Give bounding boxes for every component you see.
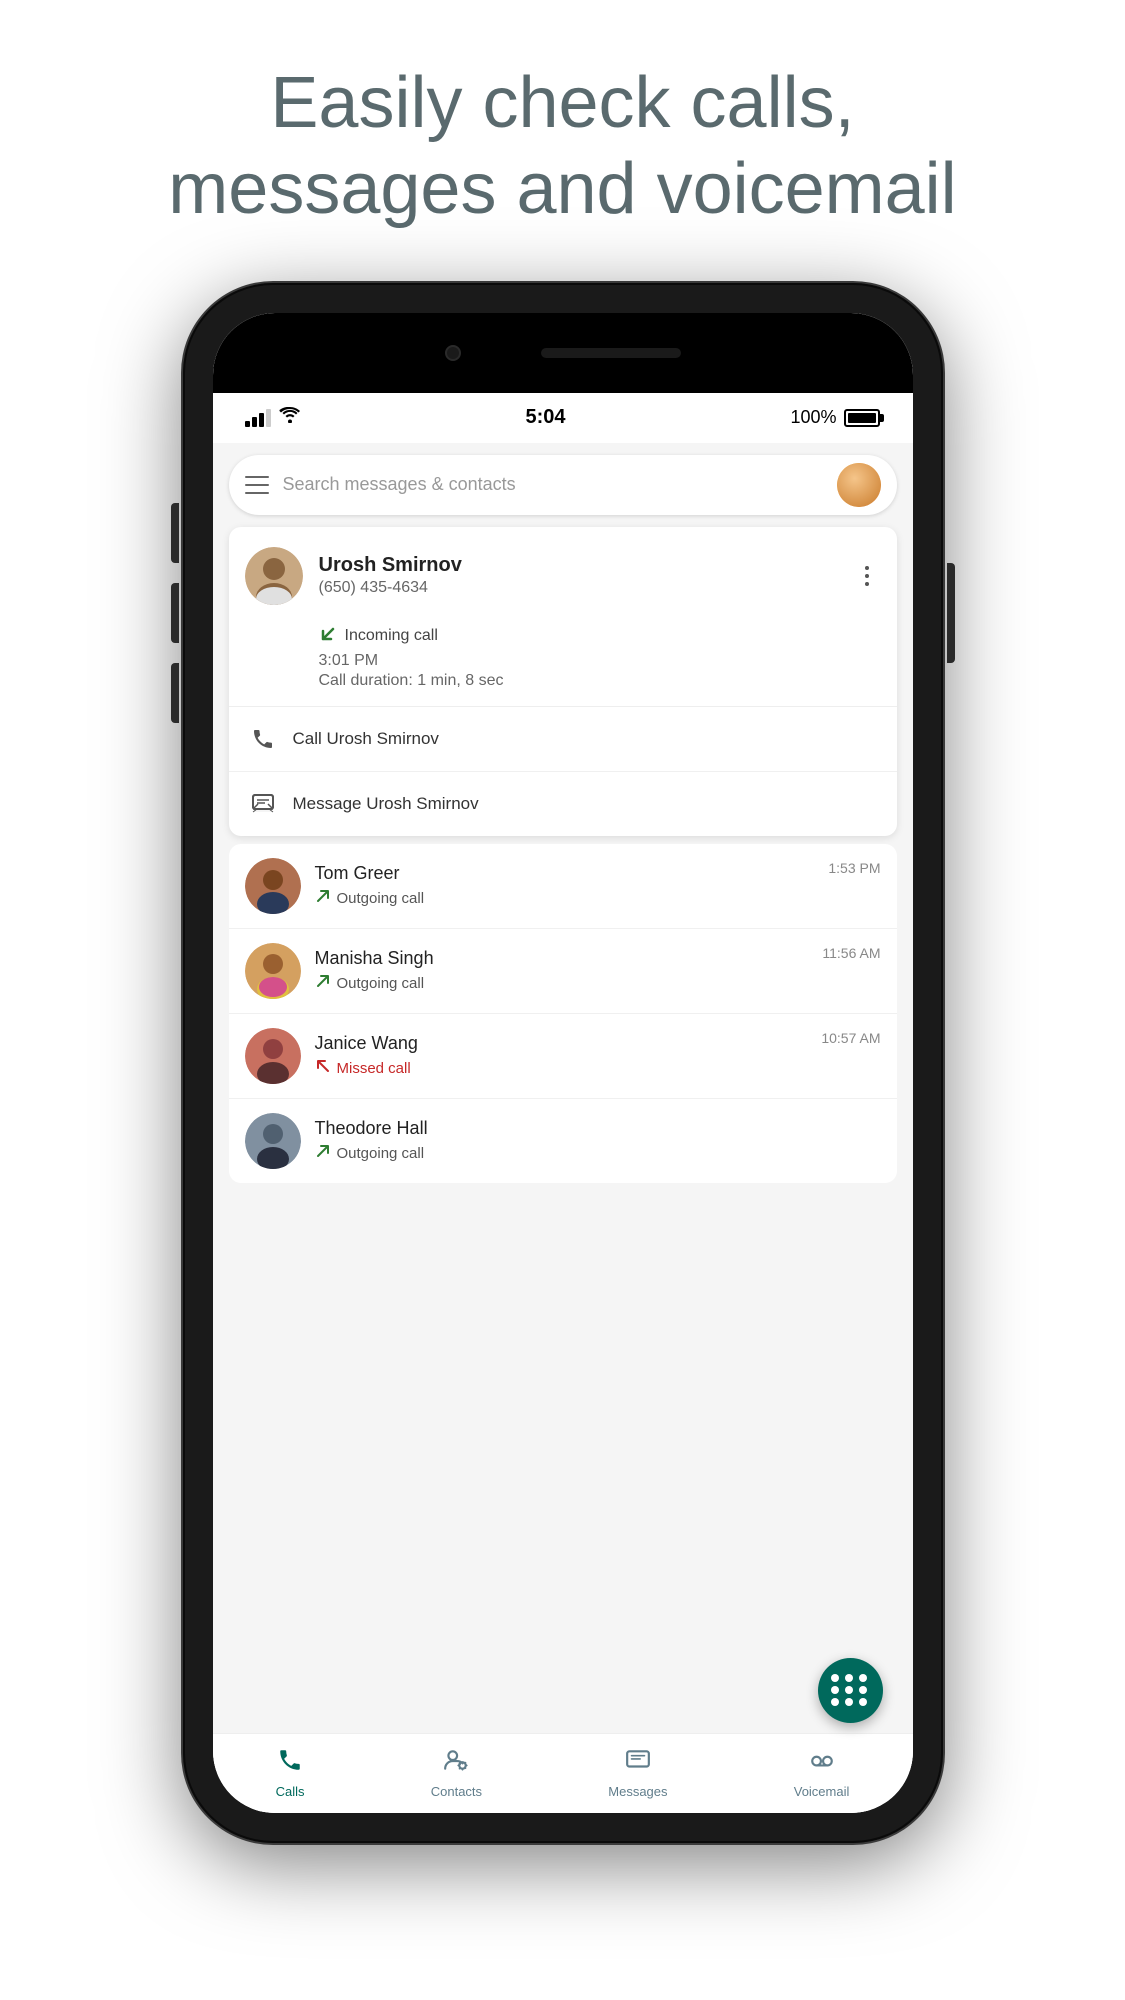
call-action-label: Call Urosh Smirnov	[293, 729, 439, 749]
more-options-icon[interactable]	[853, 562, 881, 590]
list-item[interactable]: Janice Wang Missed call 10:57 AM	[229, 1014, 897, 1099]
hamburger-line-2	[245, 484, 269, 486]
outgoing-arrow-icon-2	[315, 973, 331, 994]
janice-name: Janice Wang	[315, 1033, 881, 1054]
message-action-label: Message Urosh Smirnov	[293, 794, 479, 814]
theodore-name: Theodore Hall	[315, 1118, 881, 1139]
call-list: Tom Greer Outgoing call 1:53 PM	[229, 844, 897, 1183]
janice-info: Janice Wang Missed call	[315, 1033, 881, 1079]
hamburger-icon[interactable]	[245, 476, 269, 494]
tom-timestamp: 1:53 PM	[828, 860, 880, 876]
battery-icon	[844, 409, 880, 427]
list-item[interactable]: Tom Greer Outgoing call 1:53 PM	[229, 844, 897, 929]
message-icon	[249, 790, 277, 818]
urosh-contact-info: Urosh Smirnov (650) 435-4634	[319, 554, 853, 597]
call-actions: Call Urosh Smirnov	[229, 706, 897, 836]
voicemail-nav-label: Voicemail	[794, 1784, 850, 1799]
phone-screen: 5:04 100% Search messages	[213, 313, 913, 1813]
calls-nav-label: Calls	[276, 1784, 305, 1799]
status-bar: 5:04 100%	[213, 393, 913, 443]
call-type-row: Incoming call	[319, 625, 881, 648]
urosh-avatar	[245, 547, 303, 605]
manisha-info: Manisha Singh Outgoing call	[315, 948, 881, 994]
nav-messages[interactable]: Messages	[608, 1747, 667, 1799]
phone-wrapper: 5:04 100% Search messages	[0, 273, 1125, 1843]
search-bar[interactable]: Search messages & contacts	[229, 455, 897, 515]
signal-bar-4	[266, 409, 271, 427]
missed-arrow-icon	[315, 1058, 331, 1079]
incoming-call-arrow	[319, 625, 337, 648]
contacts-nav-label: Contacts	[431, 1784, 482, 1799]
messages-nav-icon	[625, 1747, 651, 1780]
page-header: Easily check calls,messages and voicemai…	[0, 0, 1125, 273]
app-content: Search messages & contacts	[213, 443, 913, 1813]
tom-info: Tom Greer Outgoing call	[315, 863, 881, 909]
theodore-call-type: Outgoing call	[337, 1145, 425, 1162]
call-time: 3:01 PM	[319, 652, 881, 670]
messages-nav-label: Messages	[608, 1784, 667, 1799]
voicemail-nav-icon	[809, 1747, 835, 1780]
phone-frame: 5:04 100% Search messages	[183, 283, 943, 1843]
tom-avatar	[245, 858, 301, 914]
manisha-avatar	[245, 943, 301, 999]
janice-timestamp: 10:57 AM	[821, 1030, 880, 1046]
nav-calls[interactable]: Calls	[276, 1747, 305, 1799]
wifi-icon	[279, 407, 301, 428]
search-input[interactable]: Search messages & contacts	[283, 474, 837, 495]
signal-bar-2	[252, 417, 257, 427]
header-title: Easily check calls,messages and voicemai…	[168, 63, 956, 229]
expanded-card-header: Urosh Smirnov (650) 435-4634	[229, 527, 897, 621]
theodore-avatar	[245, 1113, 301, 1169]
hamburger-line-1	[245, 476, 269, 478]
battery-percentage: 100%	[790, 407, 836, 428]
manisha-name: Manisha Singh	[315, 948, 881, 969]
user-avatar[interactable]	[837, 463, 881, 507]
phone-notch	[213, 313, 913, 393]
urosh-name: Urosh Smirnov	[319, 554, 853, 577]
speaker-notch	[541, 348, 681, 358]
call-action-call[interactable]: Call Urosh Smirnov	[229, 707, 897, 772]
dialpad-grid	[831, 1674, 869, 1706]
tom-name: Tom Greer	[315, 863, 881, 884]
user-avatar-image	[837, 463, 881, 507]
signal-bars	[245, 409, 271, 427]
dialpad-fab[interactable]	[818, 1658, 883, 1723]
list-item[interactable]: Manisha Singh Outgoing call 11:56 AM	[229, 929, 897, 1014]
status-left	[245, 407, 301, 428]
nav-contacts[interactable]: Contacts	[431, 1747, 482, 1799]
tom-call-type: Outgoing call	[337, 890, 425, 907]
expanded-call-card[interactable]: Urosh Smirnov (650) 435-4634	[229, 527, 897, 836]
call-type-label: Incoming call	[345, 627, 438, 645]
signal-bar-1	[245, 421, 250, 427]
status-time: 5:04	[525, 406, 565, 429]
calls-nav-icon	[277, 1747, 303, 1780]
manisha-call-type: Outgoing call	[337, 975, 425, 992]
manisha-status: Outgoing call	[315, 973, 881, 994]
janice-avatar	[245, 1028, 301, 1084]
urosh-phone: (650) 435-4634	[319, 579, 853, 597]
list-item[interactable]: Theodore Hall Outgoing call ...	[229, 1099, 897, 1183]
hamburger-line-3	[245, 492, 269, 494]
nav-voicemail[interactable]: Voicemail	[794, 1747, 850, 1799]
manisha-timestamp: 11:56 AM	[822, 945, 880, 961]
battery-fill	[848, 413, 876, 423]
camera-notch	[445, 345, 461, 361]
bottom-nav: Calls Contacts	[213, 1733, 913, 1813]
theodore-status: Outgoing call	[315, 1143, 881, 1164]
outgoing-arrow-icon	[315, 888, 331, 909]
call-details: Incoming call 3:01 PM Call duration: 1 m…	[229, 621, 897, 706]
theodore-info: Theodore Hall Outgoing call	[315, 1118, 881, 1164]
janice-call-type: Missed call	[337, 1060, 411, 1077]
tom-status: Outgoing call	[315, 888, 881, 909]
call-duration: Call duration: 1 min, 8 sec	[319, 672, 881, 690]
phone-call-icon	[249, 725, 277, 753]
janice-status: Missed call	[315, 1058, 881, 1079]
contacts-nav-icon	[443, 1747, 469, 1780]
call-action-message[interactable]: Message Urosh Smirnov	[229, 772, 897, 836]
status-right: 100%	[790, 407, 880, 428]
outgoing-arrow-icon-3	[315, 1143, 331, 1164]
signal-bar-3	[259, 413, 264, 427]
